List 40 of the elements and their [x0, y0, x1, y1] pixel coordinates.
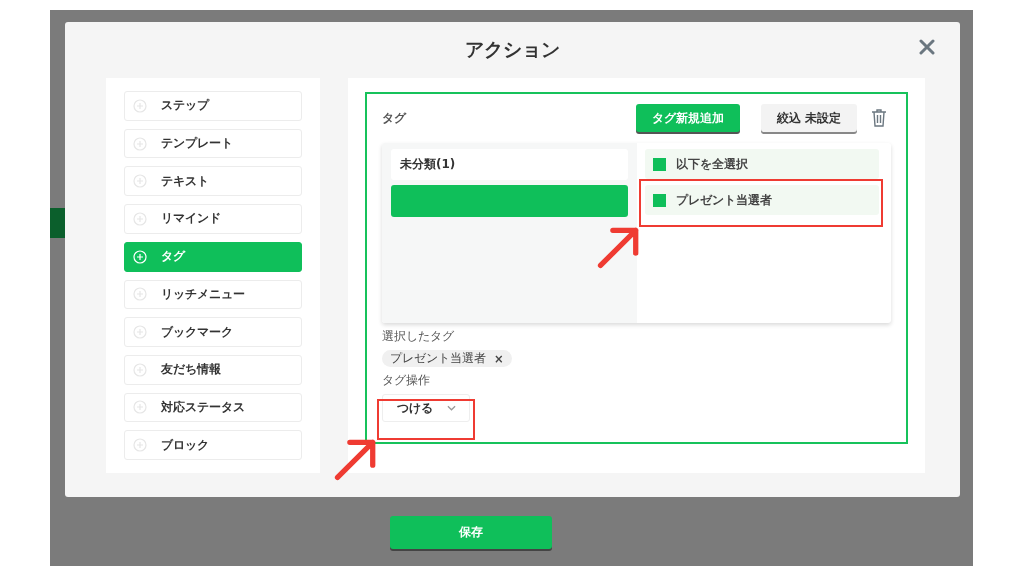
pointer-arrow: [597, 225, 641, 269]
select-all-row[interactable]: 以下を全選択: [645, 149, 879, 179]
sidebar-item[interactable]: 対応ステータス: [124, 392, 302, 423]
sidebar-item[interactable]: リッチメニュー: [124, 279, 302, 310]
remove-button[interactable]: ×: [494, 351, 504, 366]
plus-circle-icon: [133, 136, 147, 151]
plus-circle-icon: [133, 211, 147, 226]
category-item[interactable]: 未分類(1): [391, 149, 628, 180]
plus-circle-icon: [133, 98, 147, 113]
plus-circle-icon: [133, 362, 147, 377]
filter-button[interactable]: 絞込 未設定: [761, 104, 857, 132]
sidebar-item[interactable]: ブックマーク: [124, 317, 302, 347]
sidebar-item[interactable]: ブロック: [124, 430, 302, 461]
background-row-strip: [50, 208, 65, 238]
operation-select[interactable]: つける: [382, 394, 470, 422]
tag-label: プレゼント当選者: [676, 191, 772, 209]
sidebar-item[interactable]: テキスト: [124, 166, 302, 197]
sidebar-item[interactable]: リマインド: [124, 204, 302, 234]
trash-icon[interactable]: [871, 108, 887, 128]
checkbox[interactable]: [653, 193, 666, 207]
checkbox[interactable]: [653, 157, 666, 171]
plus-circle-icon: [133, 287, 147, 302]
chip-label: プレゼント当選者: [390, 351, 486, 366]
selected-tags-label: 選択したタグ: [382, 328, 455, 345]
sidebar-item[interactable]: テンプレート: [124, 128, 302, 159]
plus-circle-icon: [133, 249, 147, 264]
tag-row[interactable]: プレゼント当選者: [645, 185, 879, 215]
plus-circle-icon: [133, 400, 147, 415]
select-all-label: 以下を全選択: [676, 155, 748, 173]
operation-label: タグ操作: [382, 372, 431, 389]
close-icon[interactable]: [919, 39, 935, 55]
chevron-down-icon: [446, 405, 456, 411]
plus-circle-icon: [133, 174, 147, 189]
pointer-arrow: [334, 437, 378, 481]
dialog-title: アクション: [465, 37, 560, 62]
plus-circle-icon: [133, 438, 147, 453]
sidebar-item[interactable]: 友だち情報: [124, 354, 302, 385]
section-title: タグ: [382, 109, 408, 127]
plus-circle-icon: [133, 325, 147, 340]
sidebar-item[interactable]: ステップ: [124, 91, 302, 121]
